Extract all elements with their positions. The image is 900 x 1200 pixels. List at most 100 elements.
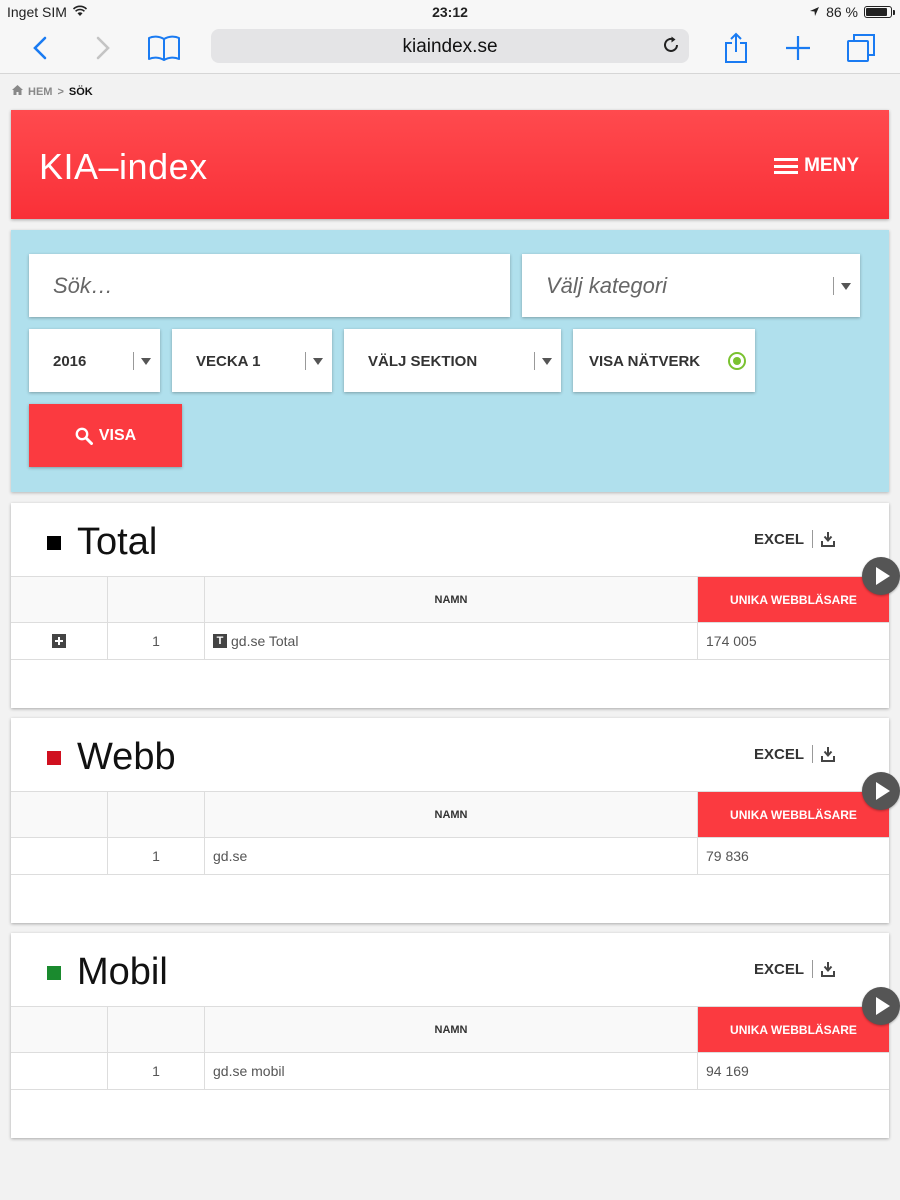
excel-export-button[interactable]: EXCEL [754,745,835,763]
section-select-value: VÄLJ SEKTION [368,353,478,370]
row-rank: 1 [108,623,205,659]
header-unique-browsers-col[interactable]: UNIKA WEBBLÄSARE [698,577,889,622]
search-panel: Sök… Välj kategori 2016 VECKA 1 VÄLJ SEK… [11,230,889,492]
new-tab-button[interactable] [780,30,816,66]
scroll-right-button[interactable] [862,772,900,810]
tabs-icon [847,34,875,62]
section-webb: Webb EXCEL NAMN UNIKA WEBBLÄSARE 1 gd.se… [11,718,889,923]
scroll-right-button[interactable] [862,557,900,595]
table-header: NAMN UNIKA WEBBLÄSARE [11,1006,889,1053]
section-total: Total EXCEL NAMN UNIKA WEBBLÄSARE 1 T gd… [11,503,889,708]
site-logo[interactable]: KIA–index [39,146,208,188]
download-icon [821,531,835,547]
week-select-value: VECKA 1 [196,353,261,370]
row-value: 94 169 [706,1063,749,1079]
scroll-right-button[interactable] [862,987,900,1025]
show-network-toggle[interactable]: VISA NÄTVERK [573,329,755,392]
week-select[interactable]: VECKA 1 [172,329,332,392]
section-mobil: Mobil EXCEL NAMN UNIKA WEBBLÄSARE 1 gd.s… [11,933,889,1138]
excel-export-button[interactable]: EXCEL [754,530,835,548]
section-select[interactable]: VÄLJ SEKTION [344,329,561,392]
total-badge-icon: T [213,634,227,648]
breadcrumb: HEM > SÖK [12,85,93,98]
share-button[interactable] [718,30,754,66]
row-rank: 1 [108,1053,205,1089]
row-name: gd.se mobil [205,1053,698,1089]
battery-percent: 86 % [826,4,858,20]
expand-plus-icon[interactable] [52,634,66,648]
forward-button[interactable] [85,30,121,66]
hamburger-icon [774,158,799,174]
download-icon [821,746,835,762]
legend-square [47,750,61,765]
row-name: gd.se [205,838,698,874]
home-icon [12,85,23,98]
row-value: 79 836 [706,848,749,864]
share-icon [725,32,747,63]
site-header: KIA–index MENY [11,110,889,219]
battery-icon [864,6,895,18]
header-name-col[interactable]: NAMN [205,792,698,837]
table-row: 1 gd.se mobil 94 169 [11,1053,889,1090]
header-name-col[interactable]: NAMN [205,1007,698,1052]
legend-square [47,535,61,550]
download-icon [821,961,835,977]
table-header: NAMN UNIKA WEBBLÄSARE [11,576,889,623]
location-arrow-icon [809,4,820,20]
data-table: NAMN UNIKA WEBBLÄSARE 1 gd.se mobil 94 1… [11,1006,889,1090]
section-title: Webb [77,736,176,778]
search-input[interactable]: Sök… [29,254,510,317]
category-select[interactable]: Välj kategori [522,254,860,317]
chevron-down-icon [141,358,151,365]
excel-label: EXCEL [753,960,804,978]
header-expand-col [11,1007,108,1052]
row-value: 174 005 [706,633,757,649]
table-row: 1 T gd.se Total 174 005 [11,623,889,660]
tabs-button[interactable] [843,30,879,66]
reload-icon [664,36,678,52]
data-table: NAMN UNIKA WEBBLÄSARE 1 T gd.se Total 17… [11,576,889,660]
back-button[interactable] [22,30,58,66]
show-button[interactable]: VISA [29,404,182,467]
legend-square [47,965,61,980]
url-text: kiaindex.se [402,36,498,57]
breadcrumb-home-link[interactable]: HEM [28,86,52,98]
browser-toolbar: kiaindex.se [0,24,900,74]
menu-label: MENY [804,155,859,176]
breadcrumb-separator: > [57,85,64,98]
chevron-down-icon [542,358,552,365]
battery-level [866,8,887,16]
breadcrumb-current: SÖK [68,85,93,98]
data-table: NAMN UNIKA WEBBLÄSARE 1 gd.se 79 836 [11,791,889,875]
chevron-right-icon [96,36,110,60]
header-unique-browsers-col[interactable]: UNIKA WEBBLÄSARE [698,1007,889,1052]
header-name-col[interactable]: NAMN [205,577,698,622]
excel-label: EXCEL [753,745,804,763]
menu-button[interactable]: MENY [774,155,859,177]
row-rank: 1 [108,838,205,874]
radio-on-icon[interactable] [728,352,746,370]
plus-icon [786,36,810,60]
header-rank-col [108,1007,205,1052]
chevron-down-icon [313,358,323,365]
header-expand-col [11,577,108,622]
excel-label: EXCEL [753,530,804,548]
section-title: Mobil [77,951,168,993]
year-select-value: 2016 [53,353,87,370]
search-icon [75,427,93,445]
header-rank-col [108,792,205,837]
table-row: 1 gd.se 79 836 [11,838,889,875]
header-unique-browsers-col[interactable]: UNIKA WEBBLÄSARE [698,792,889,837]
table-header: NAMN UNIKA WEBBLÄSARE [11,791,889,838]
chevron-down-icon [841,283,851,290]
address-bar[interactable]: kiaindex.se [211,29,689,63]
bookmarks-button[interactable] [146,30,182,66]
year-select[interactable]: 2016 [29,329,160,392]
excel-export-button[interactable]: EXCEL [754,960,835,978]
reload-button[interactable] [661,35,681,60]
clock: 23:12 [432,4,468,20]
chevron-left-icon [33,36,47,60]
show-network-label: VISA NÄTVERK [589,353,701,370]
book-icon [148,35,180,61]
search-input-placeholder: Sök… [53,273,113,298]
